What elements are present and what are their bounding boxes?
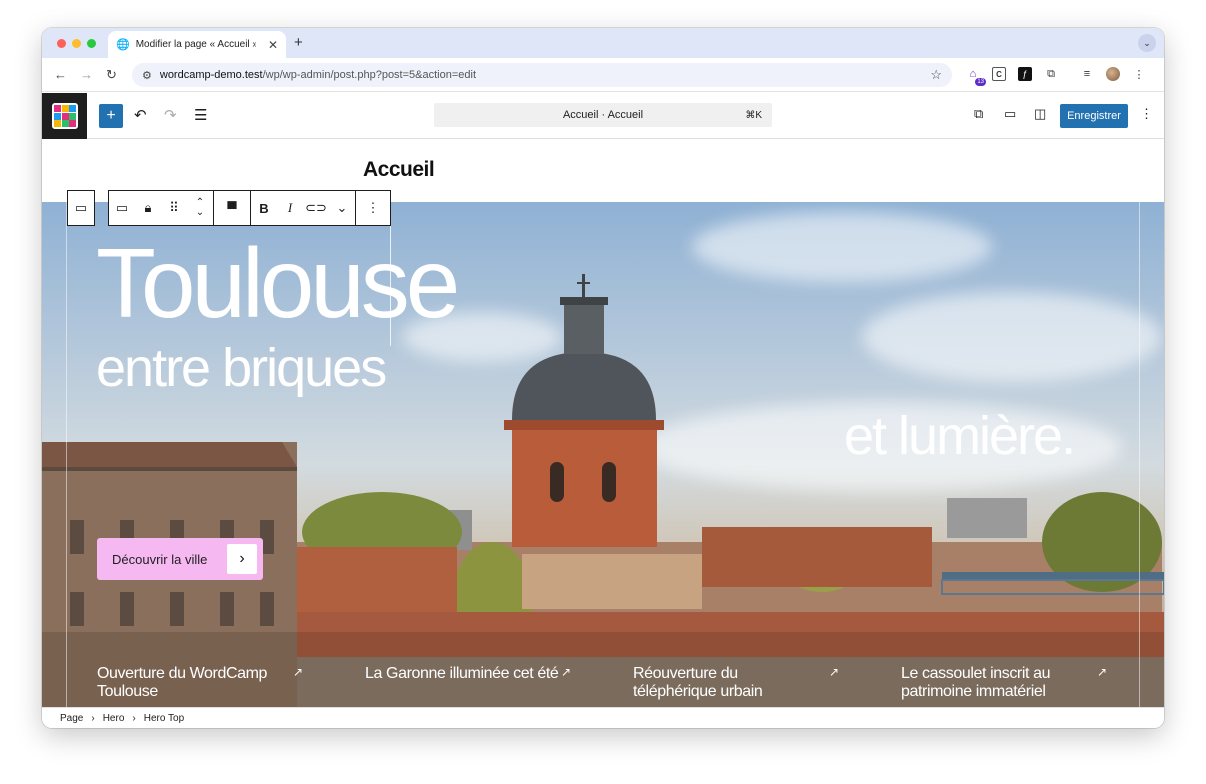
news-item[interactable]: Le cassoulet inscrit au patrimoine immat… [901,665,1101,701]
redo-icon[interactable]: ↷ [164,106,177,124]
text-caret [390,226,391,346]
close-window-button[interactable] [57,39,66,48]
align-top-icon[interactable]: ▀ [214,191,250,225]
arrow-up-right-icon: ↗ [561,665,572,679]
breadcrumb-item[interactable]: Hero [103,713,125,724]
view-page-icon[interactable]: ⧉ [974,106,983,122]
undo-icon[interactable]: ↶ [134,106,147,124]
tab-bar: 🌐 Modifier la page « Accueil » ‹ ✕ + ⌄ [42,28,1164,58]
device-preview-icon[interactable]: ▭ [1004,106,1016,122]
chevron-right-icon: › [91,712,95,724]
maximize-window-button[interactable] [87,39,96,48]
lock-icon[interactable]: 🔒︎ [135,191,161,225]
arrow-up-right-icon: ↗ [1097,665,1108,679]
site-logo-icon [51,103,78,129]
back-arrow-icon[interactable]: ← [54,67,67,82]
profile-avatar[interactable] [1106,67,1120,81]
layout-guide [1139,202,1140,707]
browser-tab[interactable]: 🌐 Modifier la page « Accueil » ‹ ✕ [108,31,286,58]
drag-handle-icon[interactable]: ⠿ [161,191,187,225]
select-parent-block-icon[interactable]: ▭ [68,191,94,225]
news-item[interactable]: La Garonne illuminée cet été [365,665,565,683]
document-overview-icon[interactable]: ☰ [194,106,207,124]
globe-icon: 🌐 [116,39,130,51]
hero-title[interactable]: Toulouse [96,234,460,332]
url-input[interactable]: ⚙ wordcamp-demo.test/wp/wp-admin/post.ph… [132,63,952,87]
document-title: Accueil · Accueil [562,109,644,121]
url-path: /wp/wp-admin/post.php?post=5&action=edit [262,69,477,81]
tab-close-icon[interactable]: ✕ [268,38,278,52]
command-shortcut: ⌘K [745,109,762,121]
browser-menu-icon[interactable]: ⋮ [1132,67,1146,81]
extension-c-icon[interactable]: C [992,67,1006,81]
chevron-right-icon: › [227,544,257,574]
block-breadcrumb: Page › Hero › Hero Top [42,707,1164,728]
hero-tagline[interactable]: et lumière. [844,409,1076,463]
url-host: wordcamp-demo.test [159,69,263,81]
settings-sidebar-icon[interactable]: ◫ [1034,106,1046,122]
cta-label: Découvrir la ville [112,551,208,567]
options-menu-icon[interactable]: ⋮ [1140,106,1153,122]
block-type-icon[interactable]: ▭ [109,191,135,225]
extension-house-icon[interactable]: ⌂ 13 [966,67,986,86]
reload-icon[interactable]: ↻ [106,67,117,83]
arrow-up-right-icon: ↗ [829,665,840,679]
extensions-puzzle-icon[interactable]: ⧉ [1044,67,1058,81]
bookmark-star-icon[interactable]: ☆ [930,67,942,83]
arrow-up-right-icon: ↗ [293,665,304,679]
tab-search-button[interactable]: ⌄ [1138,34,1156,52]
extension-fx-icon[interactable]: ƒ [1018,67,1032,81]
browser-window: 🌐 Modifier la page « Accueil » ‹ ✕ + ⌄ ←… [42,28,1164,728]
site-logo-button[interactable] [42,93,87,139]
parent-block-toolbar: ▭ [67,190,95,226]
news-item[interactable]: Ouverture du WordCamp Toulouse [97,665,317,701]
chevron-right-icon: › [132,712,136,724]
hero-cover-block[interactable]: Toulouse entre briques et lumière. Décou… [42,202,1164,707]
minimize-window-button[interactable] [72,39,81,48]
tab-title: Modifier la page « Accueil » ‹ [135,39,256,50]
extension-badge: 13 [975,78,986,86]
block-options-icon[interactable]: ⋮ [356,191,390,225]
command-palette-button[interactable]: Accueil · Accueil ⌘K [434,103,772,127]
editor-toolbar: + ↶ ↷ ☰ Accueil · Accueil ⌘K ⧉ ▭ ◫ Enreg… [42,93,1164,139]
link-icon[interactable]: ⊂⊃ [303,191,329,225]
more-formatting-chevron-down-icon[interactable]: ⌄ [329,191,355,225]
bold-icon[interactable]: B [251,191,277,225]
news-item[interactable]: Réouverture du téléphérique urbain [633,665,823,701]
page-title[interactable]: Accueil [363,158,435,182]
layout-guide [66,202,67,707]
reading-list-icon[interactable]: ≡ [1080,67,1094,81]
breadcrumb-item[interactable]: Hero Top [144,713,184,724]
save-button[interactable]: Enregistrer [1060,104,1128,128]
new-tab-button[interactable]: + [294,34,303,51]
site-info-icon[interactable]: ⚙ [142,69,152,82]
discover-city-button[interactable]: Découvrir la ville › [97,538,263,580]
hero-subtitle[interactable]: entre briques [96,341,387,395]
address-bar: ← → ↻ ⚙ wordcamp-demo.test/wp/wp-admin/p… [42,58,1164,92]
breadcrumb-item[interactable]: Page [60,713,83,724]
block-toolbar: ▭ 🔒︎ ⠿ ⌃ ⌄ ▀ B I ⊂⊃ ⌄ ⋮ [108,190,391,226]
move-up-down-icon[interactable]: ⌃ ⌄ [187,191,213,225]
forward-arrow-icon[interactable]: → [80,67,93,82]
add-block-button[interactable]: + [99,104,123,128]
italic-icon[interactable]: I [277,191,303,225]
